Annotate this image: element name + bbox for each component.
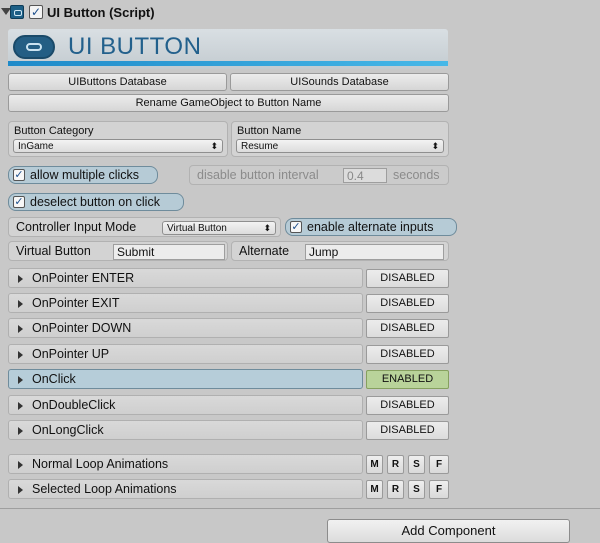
rotate-button[interactable]: R <box>387 480 404 499</box>
event-label: OnPointer UP <box>32 347 110 361</box>
deselect-on-click-toggle[interactable]: ✓ deselect button on click <box>8 193 184 211</box>
status-badge[interactable]: ENABLED <box>366 370 449 389</box>
scale-button[interactable]: S <box>408 455 425 474</box>
event-row-pointer-up[interactable]: OnPointer UP <box>8 344 363 364</box>
fade-button[interactable]: F <box>429 480 449 499</box>
uibuttons-database-button[interactable]: UIButtons Database <box>8 73 227 91</box>
component-header[interactable]: ✓ UI Button (Script) <box>0 0 600 28</box>
banner-title: UI BUTTON <box>68 33 202 60</box>
enable-alternate-inputs-checkbox[interactable]: ✓ <box>290 221 302 233</box>
virtual-button-group: Virtual Button Submit <box>8 241 228 261</box>
foldout-arrow-icon[interactable] <box>18 376 23 384</box>
enable-alternate-inputs-toggle[interactable]: ✓ enable alternate inputs <box>285 218 457 236</box>
event-label: OnClick <box>32 372 76 386</box>
selected-loop-animations-row[interactable]: Selected Loop Animations <box>8 479 363 499</box>
banner-accent-bar <box>8 61 448 66</box>
status-badge[interactable]: DISABLED <box>366 269 449 288</box>
scale-button[interactable]: S <box>408 480 425 499</box>
add-component-button[interactable]: Add Component <box>327 519 570 543</box>
button-category-label: Button Category <box>14 125 94 137</box>
alternate-group: Alternate Jump <box>231 241 449 261</box>
foldout-arrow-icon[interactable] <box>18 300 23 308</box>
event-row-long-click[interactable]: OnLongClick <box>8 420 363 440</box>
status-badge[interactable]: DISABLED <box>366 319 449 338</box>
alternate-label: Alternate <box>239 244 290 258</box>
status-badge[interactable]: DISABLED <box>366 345 449 364</box>
banner: UI BUTTON <box>8 29 448 69</box>
foldout-arrow-icon[interactable] <box>18 402 23 410</box>
status-badge[interactable]: DISABLED <box>366 421 449 440</box>
alternate-input[interactable]: Jump <box>305 244 444 260</box>
button-name-group: Button Name Resume ⬍ <box>231 121 449 157</box>
component-enabled-checkbox[interactable]: ✓ <box>29 5 43 19</box>
event-label: OnPointer EXIT <box>32 296 120 310</box>
foldout-arrow-icon[interactable] <box>18 275 23 283</box>
event-label: OnDoubleClick <box>32 398 116 412</box>
disable-interval-input[interactable]: 0.4 <box>343 168 387 183</box>
normal-loop-animations-row[interactable]: Normal Loop Animations <box>8 454 363 474</box>
button-category-value: InGame <box>18 141 54 152</box>
controller-input-dropdown[interactable]: Virtual Button ⬍ <box>162 221 276 235</box>
uisounds-database-button[interactable]: UISounds Database <box>230 73 449 91</box>
button-name-value: Resume <box>241 141 279 152</box>
controller-input-value: Virtual Button <box>167 223 227 234</box>
move-button[interactable]: M <box>366 455 383 474</box>
controller-input-group: Controller Input Mode Virtual Button ⬍ <box>8 217 281 237</box>
foldout-arrow-icon[interactable] <box>18 461 23 469</box>
button-name-label: Button Name <box>237 125 302 137</box>
animation-label: Selected Loop Animations <box>32 482 177 496</box>
allow-multiple-clicks-toggle[interactable]: ✓ allow multiple clicks <box>8 166 158 184</box>
move-button[interactable]: M <box>366 480 383 499</box>
foldout-arrow-icon[interactable] <box>18 325 23 333</box>
dropdown-arrow-icon: ⬍ <box>210 141 218 151</box>
script-icon <box>10 5 24 19</box>
button-name-dropdown[interactable]: Resume ⬍ <box>236 139 444 153</box>
disable-interval-unit: seconds <box>393 168 440 182</box>
event-row-onclick[interactable]: OnClick <box>8 369 363 389</box>
button-category-dropdown[interactable]: InGame ⬍ <box>13 139 223 153</box>
event-row-pointer-exit[interactable]: OnPointer EXIT <box>8 293 363 313</box>
event-row-pointer-down[interactable]: OnPointer DOWN <box>8 318 363 338</box>
inspector-divider <box>0 508 600 509</box>
allow-multiple-clicks-label: allow multiple clicks <box>30 168 140 182</box>
dropdown-arrow-icon: ⬍ <box>431 141 439 151</box>
status-badge[interactable]: DISABLED <box>366 396 449 415</box>
event-row-double-click[interactable]: OnDoubleClick <box>8 395 363 415</box>
foldout-arrow-icon[interactable] <box>18 351 23 359</box>
enable-alternate-inputs-label: enable alternate inputs <box>307 220 434 234</box>
fade-button[interactable]: F <box>429 455 449 474</box>
component-title: UI Button (Script) <box>47 5 155 20</box>
button-category-group: Button Category InGame ⬍ <box>8 121 228 157</box>
dropdown-arrow-icon: ⬍ <box>263 223 271 233</box>
deselect-on-click-checkbox[interactable]: ✓ <box>13 196 25 208</box>
status-badge[interactable]: DISABLED <box>366 294 449 313</box>
event-label: OnLongClick <box>32 423 104 437</box>
allow-multiple-clicks-checkbox[interactable]: ✓ <box>13 169 25 181</box>
disable-interval-group: disable button interval 0.4 seconds <box>189 165 449 185</box>
event-label: OnPointer ENTER <box>32 271 135 285</box>
deselect-on-click-label: deselect button on click <box>30 195 160 209</box>
foldout-arrow-icon[interactable] <box>18 486 23 494</box>
rename-gameobject-button[interactable]: Rename GameObject to Button Name <box>8 94 449 112</box>
rotate-button[interactable]: R <box>387 455 404 474</box>
event-row-pointer-enter[interactable]: OnPointer ENTER <box>8 268 363 288</box>
animation-label: Normal Loop Animations <box>32 457 169 471</box>
foldout-arrow-icon[interactable] <box>18 427 23 435</box>
disable-interval-label: disable button interval <box>197 168 319 182</box>
doozy-logo-icon <box>13 35 55 59</box>
event-label: OnPointer DOWN <box>32 321 132 335</box>
controller-input-label: Controller Input Mode <box>16 220 137 234</box>
virtual-button-input[interactable]: Submit <box>113 244 225 260</box>
virtual-button-label: Virtual Button <box>16 244 91 258</box>
